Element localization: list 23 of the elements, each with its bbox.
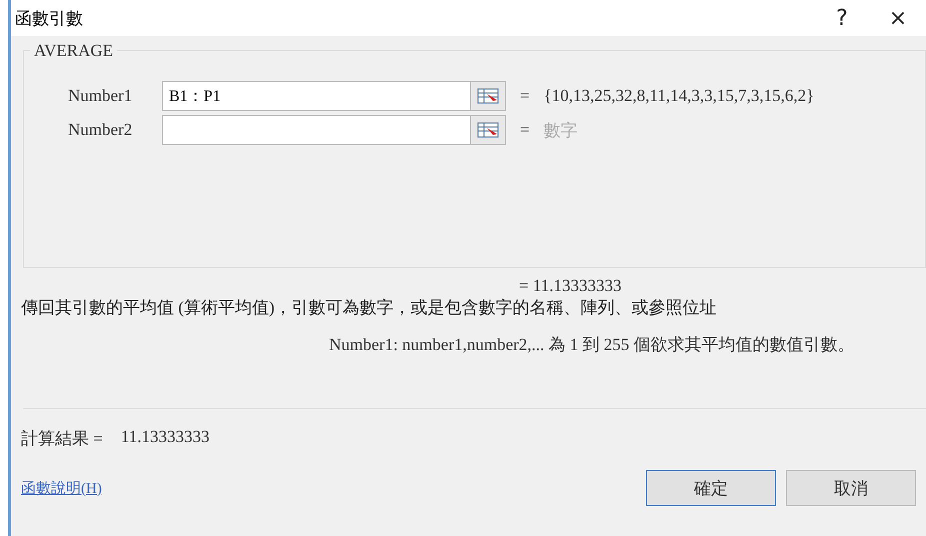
help-link[interactable]: 函數說明(H) <box>21 478 646 498</box>
function-description: 傳回其引數的平均值 (算術平均值)，引數可為數字，或是包含數字的名稱、陣列、或參照位址 <box>21 297 718 319</box>
range-select-icon <box>477 88 499 104</box>
argument-field[interactable] <box>162 115 470 145</box>
formula-result: = 11.13333333 <box>519 276 622 296</box>
cancel-button[interactable]: 取消 <box>786 470 916 506</box>
range-select-button[interactable] <box>470 81 506 111</box>
argument-description: Number1: number1,number2,... 為 1 到 255 個欲求其平均值的數值引數。 <box>329 334 856 356</box>
equals-sign: = <box>520 86 530 106</box>
argument-value: {10,13,25,32,8,11,14,3,3,15,7,3,15,6,2} <box>544 86 814 106</box>
argument-label: Number2 <box>68 120 134 140</box>
result-value: 11.13333333 <box>120 427 210 448</box>
argument-label: Number1 <box>68 86 134 106</box>
range-select-icon <box>477 122 499 138</box>
range-select-button[interactable] <box>470 115 506 145</box>
equals-sign: = <box>520 120 530 140</box>
result-label: 計算結果 = <box>21 428 103 450</box>
ok-button[interactable]: 確定 <box>646 470 776 506</box>
argument-field[interactable]: B1：P1 <box>162 81 470 111</box>
window-title: 函數引數 <box>15 8 84 30</box>
help-button[interactable]: ? <box>814 0 870 36</box>
close-button[interactable]: × <box>870 0 926 36</box>
argument-hint: 數字 <box>544 120 578 142</box>
